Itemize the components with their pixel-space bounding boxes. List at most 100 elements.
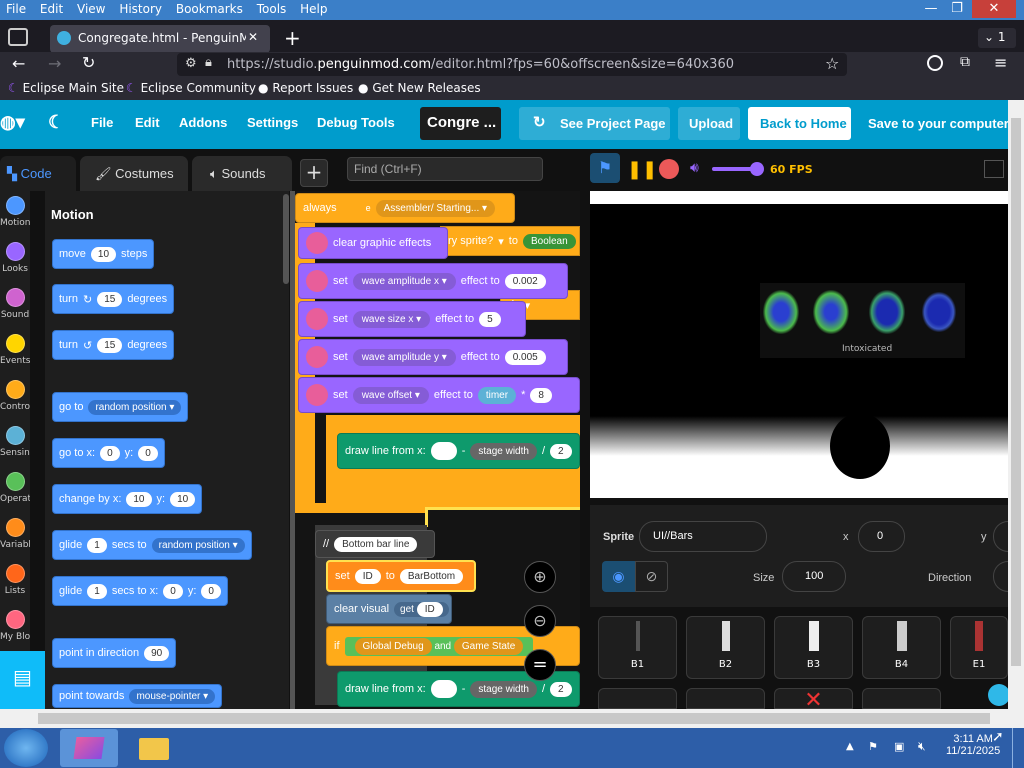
x-value[interactable]: 10 bbox=[126, 491, 152, 507]
category-sensing[interactable]: Sensing bbox=[0, 426, 30, 458]
menu-bookmarks[interactable]: Bookmarks bbox=[170, 0, 243, 16]
direction-value[interactable]: 90 bbox=[144, 645, 170, 661]
bookmark-report-issues[interactable]: ● Report Issues bbox=[258, 81, 353, 95]
y-value[interactable]: 0 bbox=[201, 583, 221, 599]
bookmark-eclipse-main[interactable]: ☾ Eclipse Main Site bbox=[8, 81, 124, 95]
maximize-button[interactable]: ❐ bbox=[944, 0, 970, 18]
app-menu-icon[interactable]: ≡ bbox=[994, 53, 1007, 72]
get-reporter[interactable]: get ID bbox=[394, 601, 449, 617]
menu-edit[interactable]: Edit bbox=[34, 0, 63, 16]
block-always[interactable]: always e Assembler/ Starting... ▾ bbox=[295, 193, 515, 223]
stage-width-reporter[interactable]: stage width bbox=[470, 680, 537, 698]
boolean-reporter[interactable]: Boolean bbox=[522, 233, 576, 249]
sprite-tile-b1[interactable]: B1 bbox=[598, 616, 677, 679]
new-tab-button[interactable]: + bbox=[284, 26, 301, 50]
empty-number-input[interactable] bbox=[430, 680, 457, 698]
effect-value[interactable]: 8 bbox=[530, 387, 552, 403]
block-point-direction[interactable]: point in direction 90 bbox=[52, 638, 177, 668]
sprite-tile[interactable] bbox=[862, 688, 941, 709]
show-desktop-button[interactable] bbox=[1012, 728, 1024, 768]
y-input[interactable] bbox=[993, 521, 1008, 552]
language-globe-icon[interactable]: ◍▾ bbox=[0, 112, 25, 133]
menu-debug-tools[interactable]: Debug Tools bbox=[317, 115, 395, 130]
show-hidden-icons-icon[interactable]: ▲ bbox=[846, 741, 854, 752]
block-go-to[interactable]: go to random position ▾ bbox=[52, 392, 189, 422]
forward-arrow-icon[interactable]: → bbox=[48, 54, 61, 73]
palette-scrollbar[interactable] bbox=[283, 194, 289, 284]
block-clear-graphic-effects[interactable]: clear graphic effects bbox=[298, 227, 448, 259]
secs-value[interactable]: 1 bbox=[87, 537, 107, 553]
category-operators[interactable]: Operators bbox=[0, 472, 30, 504]
point-towards-dropdown[interactable]: mouse-pointer ▾ bbox=[129, 688, 216, 704]
block-glide-to[interactable]: glide 1 secs to random position ▾ bbox=[52, 530, 252, 560]
category-my-blocks[interactable]: My Blocks bbox=[0, 610, 30, 642]
y-value[interactable]: 0 bbox=[138, 445, 158, 461]
save-to-computer-button[interactable]: Save to your computer bbox=[868, 116, 1009, 131]
network-icon[interactable]: ▣ bbox=[894, 740, 904, 753]
block-turn-left[interactable]: turn ↺ 15 degrees bbox=[52, 330, 175, 360]
sprite-name-input[interactable]: UI//Bars bbox=[639, 521, 767, 552]
menu-file[interactable]: File bbox=[0, 0, 26, 16]
menu-settings[interactable]: Settings bbox=[247, 115, 298, 130]
taskbar-app-penguinmod[interactable] bbox=[60, 729, 118, 767]
block-point-towards[interactable]: point towards mouse-pointer ▾ bbox=[52, 684, 223, 708]
effect-dropdown[interactable]: wave size x ▾ bbox=[352, 310, 431, 328]
category-variables[interactable]: Variables bbox=[0, 518, 30, 550]
category-events[interactable]: Events bbox=[0, 334, 30, 366]
block-set-effect-wave-amplitude-x[interactable]: set wave amplitude x ▾ effect to 0.002 bbox=[298, 263, 568, 299]
show-sprite-eye-icon[interactable]: ◉ bbox=[602, 561, 635, 592]
volume-icon[interactable]: 🔊︎ bbox=[690, 160, 699, 176]
add-extension-icon[interactable]: ▤ bbox=[0, 651, 45, 709]
tab-code[interactable]: ▚ Code bbox=[0, 156, 76, 191]
x-value[interactable]: 0 bbox=[163, 583, 183, 599]
sprite-tile-b2[interactable]: B2 bbox=[686, 616, 765, 679]
green-flag-icon[interactable]: ⚑ bbox=[590, 153, 620, 183]
block-go-to-xy[interactable]: go to x: 0 y: 0 bbox=[52, 438, 165, 468]
minimize-button[interactable]: — bbox=[918, 0, 944, 18]
effect-dropdown[interactable]: wave offset ▾ bbox=[352, 386, 429, 404]
upload-button[interactable]: Upload bbox=[678, 107, 740, 140]
reload-icon[interactable]: ↻ bbox=[82, 53, 95, 72]
site-info-icon[interactable]: ⚙ bbox=[185, 56, 197, 71]
tab-sounds[interactable]: 🔈︎ Sounds bbox=[192, 156, 292, 191]
block-set-effect-wave-amplitude-y[interactable]: set wave amplitude y ▾ effect to 0.005 bbox=[298, 339, 568, 375]
add-extension-button[interactable]: + bbox=[300, 159, 328, 187]
stage-size-toggle[interactable] bbox=[984, 160, 1004, 178]
url-bar[interactable]: ⚙ 🔒︎ https://studio.penguinmod.com/edito… bbox=[177, 53, 847, 76]
category-sound[interactable]: Sound bbox=[0, 288, 30, 320]
action-center-icon[interactable]: ⚑ bbox=[868, 740, 878, 753]
windows-start-icon[interactable] bbox=[4, 729, 48, 767]
block-set-effect-wave-offset[interactable]: set wave offset ▾ effect to timer * 8 bbox=[298, 377, 580, 413]
sprite-tile-e1[interactable]: E1 bbox=[950, 616, 1008, 679]
degrees-value[interactable]: 15 bbox=[97, 291, 123, 307]
block-sprite-check[interactable]: ry sprite? ▾ to Boolean bbox=[440, 226, 580, 256]
effect-dropdown[interactable]: wave amplitude x ▾ bbox=[352, 272, 456, 290]
see-project-page-button[interactable]: ↻ See Project Page bbox=[519, 107, 670, 140]
menu-edit-editor[interactable]: Edit bbox=[135, 115, 160, 130]
empty-number-input[interactable] bbox=[430, 442, 457, 460]
global-debug-reporter[interactable]: Global Debug bbox=[354, 637, 432, 655]
category-looks[interactable]: Looks bbox=[0, 242, 30, 274]
category-motion[interactable]: Motion bbox=[0, 196, 30, 228]
zoom-reset-icon[interactable]: = bbox=[524, 649, 556, 681]
taskbar-app-explorer[interactable] bbox=[125, 729, 183, 767]
sprite-tile[interactable] bbox=[598, 688, 677, 709]
comment-text[interactable]: Bottom bar line bbox=[334, 536, 418, 552]
add-sprite-icon[interactable] bbox=[988, 684, 1010, 706]
bookmark-eclipse-community[interactable]: ☾ Eclipse Community bbox=[126, 81, 256, 95]
x-value[interactable]: 0 bbox=[100, 445, 120, 461]
category-lists[interactable]: Lists bbox=[0, 564, 30, 596]
block-change-by-xy[interactable]: change by x: 10 y: 10 bbox=[52, 484, 203, 514]
block-clear-visual[interactable]: clear visual get ID bbox=[326, 594, 452, 624]
sprite-tile[interactable] bbox=[686, 688, 765, 709]
divisor-value[interactable]: 2 bbox=[550, 443, 572, 459]
tab-overview-icon[interactable] bbox=[8, 28, 28, 46]
block-turn-right[interactable]: turn ↻ 15 degrees bbox=[52, 284, 175, 314]
horizontal-scroll-thumb[interactable] bbox=[38, 713, 990, 724]
zoom-in-icon[interactable]: ⊕ bbox=[524, 561, 556, 593]
find-input[interactable]: Find (Ctrl+F) bbox=[347, 157, 543, 181]
pause-icon[interactable]: ❚❚ bbox=[627, 159, 657, 180]
block-set-id[interactable]: set ID to BarBottom bbox=[326, 560, 476, 592]
theme-moon-icon[interactable]: ☾ bbox=[48, 112, 64, 133]
divisor-value[interactable]: 2 bbox=[550, 681, 572, 697]
